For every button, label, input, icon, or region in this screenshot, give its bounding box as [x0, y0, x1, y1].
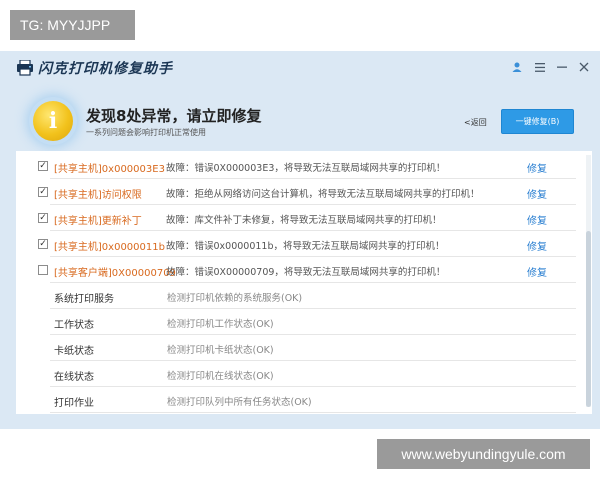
issue-row: ✓ [共享主机]0x0000011b 故障：错误0x0000011b，将导致无法互联…	[16, 232, 586, 257]
title-bar: 闪克打印机修复助手	[0, 51, 600, 85]
row-divider	[50, 360, 576, 361]
headline: 发现8处异常，请立即修复	[86, 107, 262, 125]
user-button[interactable]	[507, 57, 527, 77]
results-panel: ✓ [共享主机]0x000003E3 故障：错误0X000003E3，将导致无法互联…	[16, 151, 592, 414]
row-divider	[50, 334, 576, 335]
minimize-icon	[557, 66, 567, 68]
printer-icon	[17, 60, 33, 76]
back-link[interactable]: <返回	[464, 117, 487, 128]
check-description: 检测打印队列中所有任务状态(OK)	[167, 397, 312, 408]
app-title: 闪克打印机修复助手	[38, 61, 173, 77]
close-button[interactable]	[574, 57, 594, 77]
issue-description: 故障：拒绝从网络访问这台计算机，将导致无法互联局域网共享的打印机！	[166, 189, 480, 200]
close-icon	[579, 62, 589, 72]
issue-description: 故障：库文件补丁未修复，将导致无法互联局域网共享的打印机！	[166, 215, 442, 226]
issue-row: ✓ [共享主机]访问权限 故障：拒绝从网络访问这台计算机，将导致无法互联局域网共享的…	[16, 180, 586, 205]
issue-description: 故障：错误0X000003E3，将导致无法互联局域网共享的打印机！	[166, 163, 446, 174]
check-name: 打印作业	[54, 398, 94, 409]
issue-name: [共享主机]访问权限	[54, 190, 142, 201]
check-row: 在线状态 检测打印机在线状态(OK)	[16, 362, 586, 387]
hamburger-menu-icon	[535, 62, 545, 72]
check-description: 检测打印机卡纸状态(OK)	[167, 345, 274, 356]
fix-link[interactable]: 修复	[527, 186, 547, 201]
fix-link[interactable]: 修复	[527, 238, 547, 253]
row-divider	[50, 282, 576, 283]
issue-checkbox[interactable]: ✓	[38, 161, 48, 171]
check-description: 检测打印机工作状态(OK)	[167, 319, 274, 330]
check-row: 卡纸状态 检测打印机卡纸状态(OK)	[16, 336, 586, 361]
check-row: 工作状态 检测打印机工作状态(OK)	[16, 310, 586, 335]
issue-row: ✓ [共享主机]更新补丁 故障：库文件补丁未修复，将导致无法互联局域网共享的打印机！…	[16, 206, 586, 231]
issue-row: ✓ [共享主机]0x000003E3 故障：错误0X000003E3，将导致无法互联…	[16, 154, 586, 179]
issue-checkbox[interactable]	[38, 265, 48, 275]
row-divider	[50, 256, 576, 257]
issue-name: [共享客户端]0X00000709	[54, 268, 176, 279]
issue-checkbox[interactable]: ✓	[38, 187, 48, 197]
fix-link[interactable]: 修复	[527, 160, 547, 175]
issue-checkbox[interactable]: ✓	[38, 213, 48, 223]
row-divider	[50, 230, 576, 231]
row-divider	[50, 204, 576, 205]
check-name: 系统打印服务	[54, 294, 114, 305]
info-badge-icon: i	[33, 101, 73, 141]
fix-link[interactable]: 修复	[527, 212, 547, 227]
check-description: 检测打印机依赖的系统服务(OK)	[167, 293, 303, 304]
menu-button[interactable]	[530, 57, 550, 77]
issue-description: 故障：错误0X00000709，将导致无法互联局域网共享的打印机！	[166, 267, 446, 278]
row-divider	[50, 386, 576, 387]
row-divider	[50, 178, 576, 179]
issue-description: 故障：错误0x0000011b，将导致无法互联局域网共享的打印机！	[166, 241, 445, 252]
app-window: 闪克打印机修复助手 i 发现8处异常，请立即修复 一系列问题会影响打印机正常使用…	[0, 51, 600, 429]
watermark-bottom: www.webyundingyule.com	[377, 439, 590, 469]
check-name: 在线状态	[54, 372, 94, 383]
check-row: 打印作业 检测打印队列中所有任务状态(OK)	[16, 388, 586, 413]
fix-all-button[interactable]: 一键修复(B)	[501, 109, 574, 134]
check-name: 卡纸状态	[54, 346, 94, 357]
subline: 一系列问题会影响打印机正常使用	[86, 128, 206, 137]
row-divider	[50, 308, 576, 309]
check-name: 工作状态	[54, 320, 94, 331]
issue-row: [共享客户端]0X00000709 故障：错误0X00000709，将导致无法互联…	[16, 258, 586, 283]
scroll-thumb[interactable]	[586, 231, 591, 407]
scrollbar[interactable]	[586, 155, 591, 407]
issue-checkbox[interactable]: ✓	[38, 239, 48, 249]
minimize-button[interactable]	[552, 57, 572, 77]
issue-name: [共享主机]0x0000011b	[54, 242, 165, 253]
issue-name: [共享主机]0x000003E3	[54, 164, 165, 175]
issue-name: [共享主机]更新补丁	[54, 216, 142, 227]
watermark-top: TG: MYYJJPP	[10, 10, 135, 40]
user-icon	[512, 62, 522, 72]
row-divider	[50, 412, 576, 413]
check-description: 检测打印机在线状态(OK)	[167, 371, 274, 382]
check-row: 系统打印服务 检测打印机依赖的系统服务(OK)	[16, 284, 586, 309]
fix-link[interactable]: 修复	[527, 264, 547, 279]
